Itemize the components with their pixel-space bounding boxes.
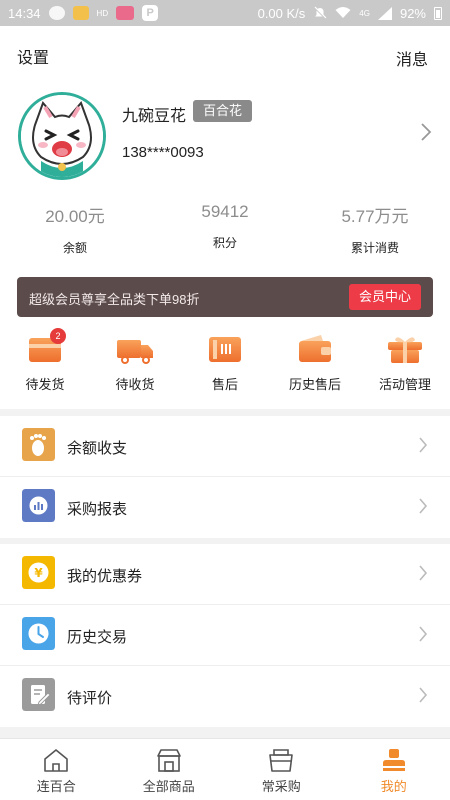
edit-note-icon	[22, 678, 55, 711]
chevron-right-icon	[419, 437, 428, 453]
user-icon	[382, 749, 405, 771]
gift-icon	[388, 337, 422, 363]
battery-icon	[434, 6, 442, 20]
order-label: 待发货	[25, 377, 65, 392]
wifi-icon	[335, 7, 351, 18]
signal-icon	[377, 6, 392, 20]
avatar[interactable]	[18, 92, 106, 180]
tab-mine[interactable]: 我的	[338, 739, 450, 800]
tab-home[interactable]: 连百合	[0, 739, 113, 800]
stat-balance[interactable]: 20.00元 余额	[0, 202, 150, 262]
menu-label: 我的优惠券	[67, 568, 143, 585]
stat-points[interactable]: 59412 积分	[150, 202, 300, 262]
cat-avatar-icon	[21, 95, 103, 177]
network-speed: 0.00 K/s	[257, 5, 306, 21]
stat-value: 59412	[201, 202, 249, 221]
profile-section: 设置 消息 九碗豆花 百合花 138****0093 20.00元 余额 594…	[0, 26, 450, 409]
order-label: 活动管理	[378, 377, 431, 392]
tab-label: 全部商品	[142, 779, 195, 794]
signal-label: 4G	[359, 8, 370, 18]
pending-count-badge: 2	[50, 328, 66, 344]
menu-label: 历史交易	[67, 629, 128, 646]
app-notification-icon-2	[116, 6, 135, 20]
order-after-sales[interactable]: 售后	[180, 328, 270, 404]
stat-label: 累计消费	[350, 241, 399, 255]
member-center-button[interactable]: 会员中心	[348, 284, 421, 310]
menu-label: 待评价	[67, 690, 113, 707]
wallet-icon	[299, 335, 331, 362]
footprint-icon	[22, 428, 55, 461]
order-activity-management[interactable]: 活动管理	[360, 328, 450, 404]
hd-icon: HD	[96, 8, 109, 18]
user-name: 九碗豆花	[122, 108, 187, 125]
stat-value: 20.00元	[45, 207, 105, 226]
report-chart-icon	[22, 489, 55, 522]
order-label: 售后	[211, 377, 238, 392]
menu-my-coupons[interactable]: ¥ 我的优惠券	[0, 544, 450, 605]
home-icon	[44, 749, 69, 772]
bottom-tab-bar: 连百合 全部商品 常采购 我的	[0, 738, 450, 800]
messages-link[interactable]: 消息	[396, 46, 428, 70]
chevron-right-icon	[419, 626, 428, 642]
user-phone: 138****0093	[122, 144, 204, 161]
order-pending-shipment[interactable]: 2 待发货	[0, 328, 90, 404]
order-pending-receipt[interactable]: 待收货	[90, 328, 180, 404]
order-history-after-sales[interactable]: 历史售后	[270, 328, 360, 404]
vip-banner: 超级会员尊享全品类下单98折 会员中心	[17, 277, 433, 317]
menu-pending-review[interactable]: 待评价	[0, 666, 450, 727]
top-bar: 设置 消息	[0, 26, 450, 82]
mute-bell-icon	[314, 6, 327, 19]
tab-label: 连百合	[36, 779, 76, 794]
p-app-icon: P	[142, 5, 159, 21]
order-label: 历史售后	[288, 377, 341, 392]
chevron-right-icon	[419, 565, 428, 581]
stat-label: 余额	[62, 241, 87, 255]
vip-banner-text: 超级会员尊享全品类下单98折	[29, 292, 200, 307]
return-card-icon	[209, 337, 241, 362]
profile-chevron-right-icon[interactable]	[420, 122, 432, 142]
status-bar: 14:34 HD P 0.00 K/s 4G 92%	[0, 0, 450, 26]
menu-purchase-report[interactable]: 采购报表	[0, 477, 450, 538]
stat-label: 积分	[212, 236, 237, 250]
member-level-badge: 百合花	[193, 100, 253, 122]
menu-label: 余额收支	[67, 440, 128, 457]
tab-all-products[interactable]: 全部商品	[113, 739, 226, 800]
menu-group-finance: 余额收支 采购报表	[0, 416, 450, 538]
chevron-right-icon	[419, 687, 428, 703]
tab-frequent-purchases[interactable]: 常采购	[225, 739, 338, 800]
yen-coupon-icon: ¥	[22, 556, 55, 589]
stat-total-spend[interactable]: 5.77万元 累计消费	[300, 202, 450, 262]
stat-value: 5.77万元	[341, 207, 409, 226]
chevron-right-icon	[419, 498, 428, 514]
clock-icon	[22, 617, 55, 650]
tab-label: 我的	[380, 779, 407, 794]
battery-percent: 92%	[399, 5, 426, 21]
tab-label: 常采购	[261, 779, 301, 794]
menu-group-orders: ¥ 我的优惠券 历史交易 待评价	[0, 544, 450, 727]
account-stats: 20.00元 余额 59412 积分 5.77万元 累计消费	[0, 202, 450, 262]
menu-balance-transactions[interactable]: 余额收支	[0, 416, 450, 477]
svg-text:¥: ¥	[34, 566, 43, 580]
order-shortcuts: 2 待发货 待收货 售后 历史售后 活动管理	[0, 328, 450, 404]
app-notification-icon	[72, 6, 89, 20]
status-time: 14:34	[8, 5, 41, 21]
menu-label: 采购报表	[67, 501, 128, 518]
store-icon	[156, 749, 181, 772]
basket-icon	[269, 749, 294, 772]
weibo-icon	[48, 6, 65, 20]
menu-transaction-history[interactable]: 历史交易	[0, 605, 450, 666]
order-label: 待收货	[115, 377, 155, 392]
truck-icon	[117, 340, 153, 364]
settings-link[interactable]: 设置	[17, 44, 49, 68]
